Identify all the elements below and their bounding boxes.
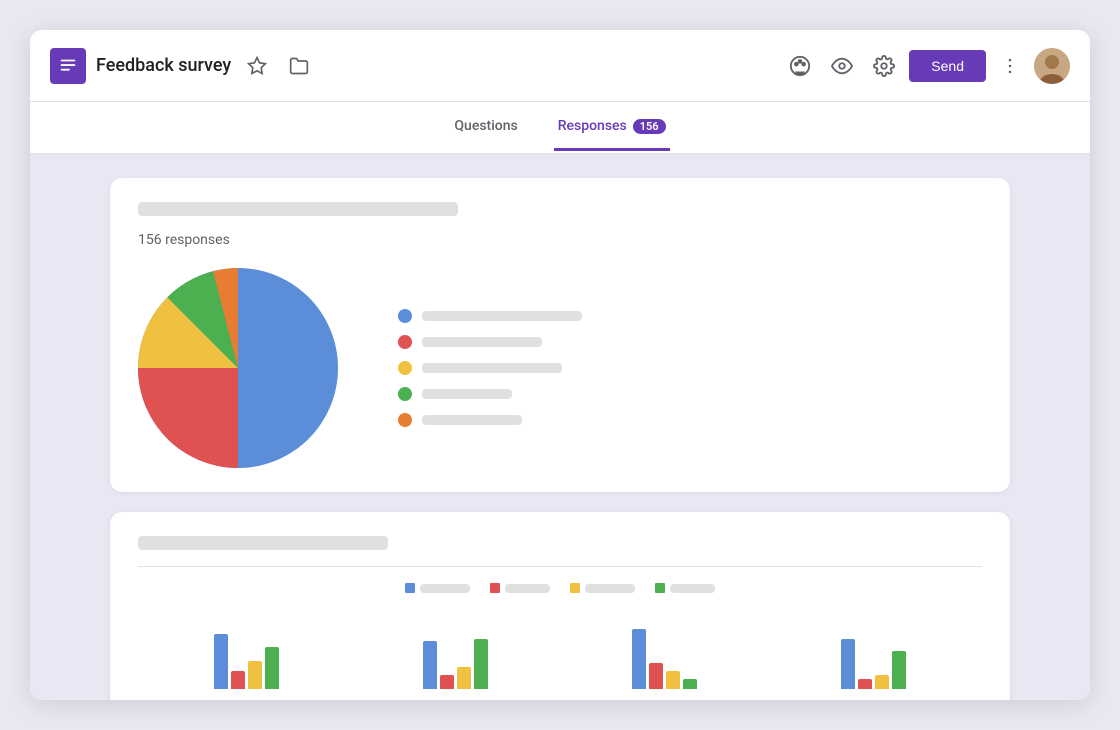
- legend-dot-yellow: [398, 361, 412, 375]
- folder-button[interactable]: [283, 50, 315, 82]
- more-options-button[interactable]: [994, 50, 1026, 82]
- legend-item-red: [398, 335, 582, 349]
- legend-bar-orange: [422, 415, 522, 425]
- bar-2-green: [474, 639, 488, 689]
- bar-group-3: [566, 629, 763, 689]
- bar-4-red: [858, 679, 872, 689]
- legend-bar-blue: [422, 311, 582, 321]
- tab-responses[interactable]: Responses 156: [554, 104, 670, 151]
- bar-legend-color-green: [655, 583, 665, 593]
- legend-dot-orange: [398, 413, 412, 427]
- bar-legend-item-yellow: [570, 583, 635, 593]
- responses-pie-card: 156 responses: [110, 178, 1010, 492]
- bar-4-blue: [841, 639, 855, 689]
- response-count-badge: 156: [633, 119, 666, 134]
- bar-legend-item-green: [655, 583, 715, 593]
- bar-1-blue: [214, 634, 228, 689]
- pie-legend: [398, 309, 582, 427]
- responses-count: 156 responses: [138, 232, 982, 248]
- bar-1-yellow: [248, 661, 262, 689]
- tab-questions[interactable]: Questions: [450, 104, 521, 151]
- bar-legend-item-blue: [405, 583, 470, 593]
- tabs-bar: Questions Responses 156: [30, 102, 1090, 154]
- bar-3-green: [683, 679, 697, 689]
- legend-item-orange: [398, 413, 582, 427]
- bar-group-1: [148, 634, 345, 689]
- star-button[interactable]: [241, 50, 273, 82]
- legend-item-yellow: [398, 361, 582, 375]
- bar-3-red: [649, 663, 663, 689]
- bar-1-red: [231, 671, 245, 689]
- form-title: Feedback survey: [96, 55, 231, 76]
- card2-skeleton-bar: [138, 536, 388, 550]
- legend-bar-red: [422, 337, 542, 347]
- app-window: Feedback survey: [30, 30, 1090, 700]
- bar-legend-color-yellow: [570, 583, 580, 593]
- responses-bar-card: [110, 512, 1010, 700]
- bar-4-green: [892, 651, 906, 689]
- bar-2-red: [440, 675, 454, 689]
- avatar[interactable]: [1034, 48, 1070, 84]
- header: Feedback survey: [30, 30, 1090, 102]
- palette-button[interactable]: [783, 49, 817, 83]
- bar-1-green: [265, 647, 279, 689]
- card2-divider: [138, 566, 982, 567]
- bar-legend-color-red: [490, 583, 500, 593]
- bar-3-yellow: [666, 671, 680, 689]
- send-button[interactable]: Send: [909, 50, 986, 82]
- bar-legend-item-red: [490, 583, 550, 593]
- legend-item-green: [398, 387, 582, 401]
- bar-chart-legend: [138, 583, 982, 593]
- legend-bar-green: [422, 389, 512, 399]
- bar-legend-color-blue: [405, 583, 415, 593]
- bar-group-4: [775, 639, 972, 689]
- preview-button[interactable]: [825, 49, 859, 83]
- main-content: 156 responses: [30, 154, 1090, 700]
- legend-dot-green: [398, 387, 412, 401]
- bar-4-yellow: [875, 675, 889, 689]
- legend-dot-red: [398, 335, 412, 349]
- legend-bar-yellow: [422, 363, 562, 373]
- legend-dot-blue: [398, 309, 412, 323]
- header-left: Feedback survey: [50, 48, 783, 84]
- chart-area: [138, 268, 982, 468]
- bar-group-2: [357, 639, 554, 689]
- bar-legend-text-blue: [420, 584, 470, 593]
- legend-item-blue: [398, 309, 582, 323]
- bar-2-blue: [423, 641, 437, 689]
- bar-legend-text-red: [505, 584, 550, 593]
- bar-legend-text-green: [670, 584, 715, 593]
- bar-3-blue: [632, 629, 646, 689]
- form-icon: [50, 48, 86, 84]
- bar-chart-area: [138, 609, 982, 689]
- header-right: Send: [783, 48, 1070, 84]
- settings-button[interactable]: [867, 49, 901, 83]
- bar-2-yellow: [457, 667, 471, 689]
- pie-chart: [138, 268, 338, 468]
- bar-legend-text-yellow: [585, 584, 635, 593]
- card1-skeleton-bar: [138, 202, 458, 216]
